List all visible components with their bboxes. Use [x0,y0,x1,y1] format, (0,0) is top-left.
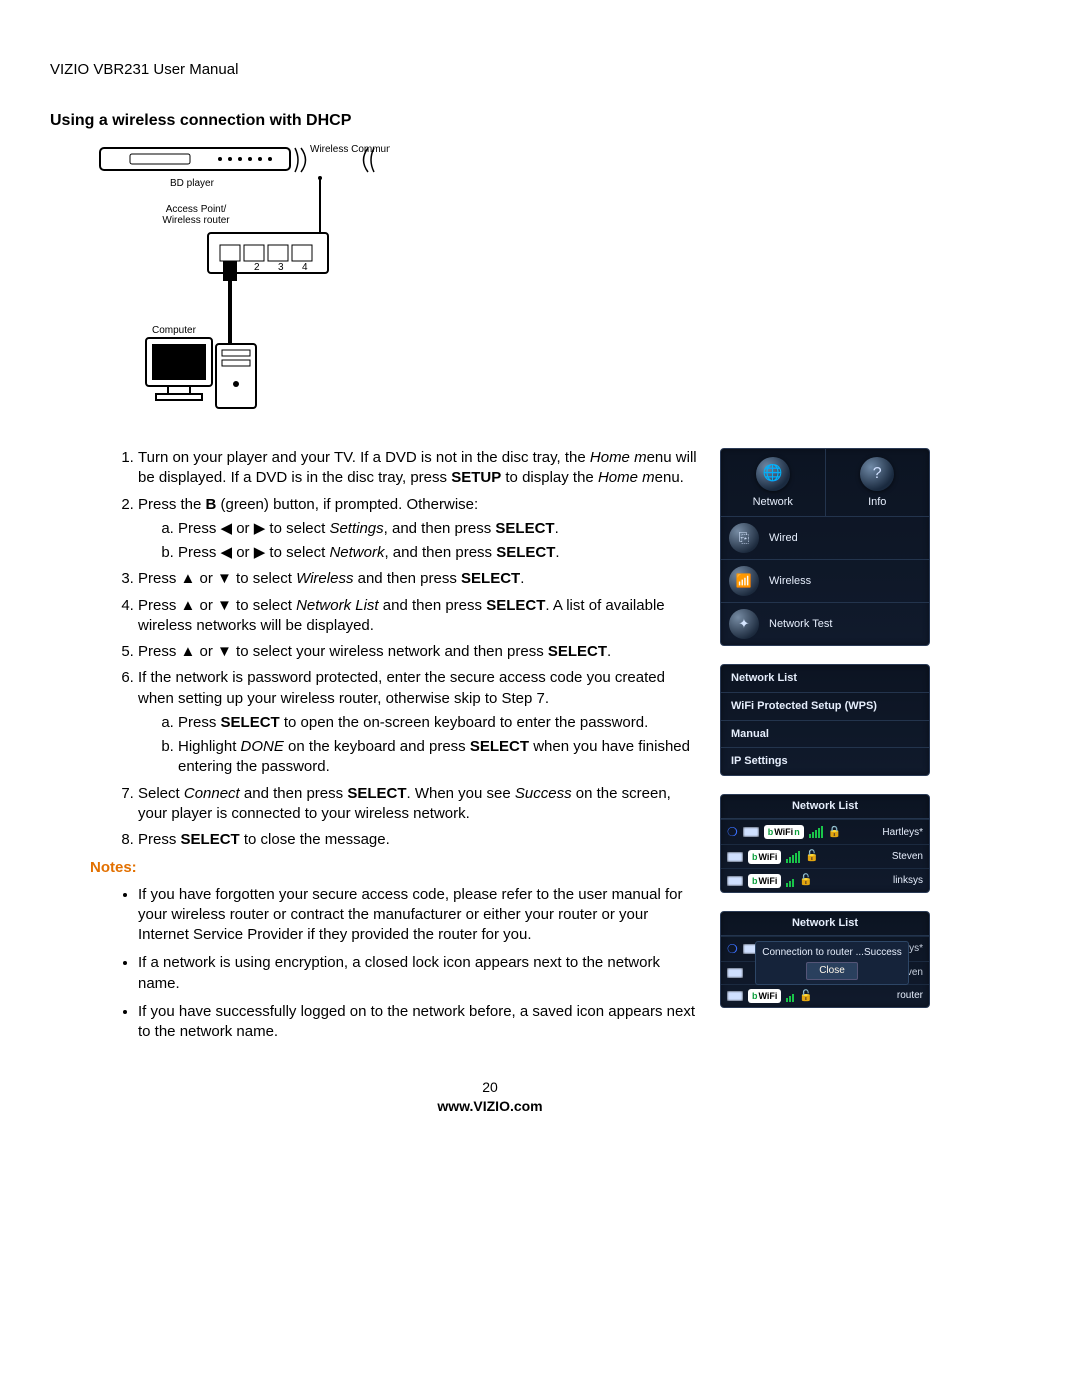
panel-network-menu: 🌐 Network ? Info ⎘ Wired 📶 Wireless ✦ Ne… [720,448,930,646]
instruction-steps: Turn on your player and your TV. If a DV… [50,448,702,850]
label-wireless-comm: Wireless Communication [310,144,390,155]
menu-wired-label: Wired [769,531,798,546]
note-2: If a network is using encryption, a clos… [138,953,702,994]
panel-connection-success: Network List ❍ Connection to router ...S… [720,911,930,1008]
notes-heading: Notes: [90,858,702,878]
disk-icon [727,991,743,1001]
footer-url: www.VIZIO.com [50,1097,930,1116]
disk-icon [727,968,743,978]
note-1: If you have forgotten your secure access… [138,885,702,946]
disk-icon [727,852,743,862]
network-name: Steven [892,850,923,864]
menu-wireless-label: Wireless [769,574,811,589]
menu-network-test[interactable]: ✦ Network Test [721,602,929,645]
submenu-network-list[interactable]: Network List [721,665,929,692]
step-2: Press the B (green) button, if prompted.… [138,495,702,564]
section-title: Using a wireless connection with DHCP [50,110,930,132]
help-icon: ? [860,457,894,491]
doc-header: VIZIO VBR231 User Manual [50,60,930,80]
svg-text:4: 4 [302,262,308,273]
page-footer: 20 www.VIZIO.com [50,1078,930,1116]
success-message: Connection to router ...Success [762,946,902,960]
wifi-badge: bWiFi [748,850,781,864]
step-6: If the network is password protected, en… [138,668,702,777]
step-5: Press ▲ or ▼ to select your wireless net… [138,642,702,662]
label-access-point: Access Point/Wireless router [162,204,230,226]
wired-icon: ⎘ [729,523,759,553]
signal-icon [786,875,794,887]
network-row[interactable]: bWiFi 🔓 router [721,984,929,1008]
wifi-badge: bWiFin [764,825,804,839]
lock-icon: 🔓 [799,873,813,888]
network-list-title: Network List [721,795,929,819]
submenu-manual[interactable]: Manual [721,720,929,748]
network-name: linksys [893,874,923,888]
notes-list: If you have forgotten your secure access… [50,885,702,1043]
page-number: 20 [50,1078,930,1097]
svg-text:2: 2 [254,262,260,273]
wireless-icon: 📶 [729,566,759,596]
svg-text:3: 3 [278,262,284,273]
label-bd-player: BD player [170,178,215,189]
disk-icon [727,876,743,886]
label-computer: Computer [152,325,197,336]
network-row-1[interactable]: bWiFi 🔓 Steven [721,844,929,868]
step-2a: Press ◀ or ▶ to select Settings, and the… [178,519,702,539]
step-8: Press SELECT to close the message. [138,830,702,850]
close-button[interactable]: Close [806,962,858,980]
signal-icon [786,851,800,863]
wifi-badge: bWiFi [748,874,781,888]
saved-icon: ❍ [727,824,738,840]
network-name: router [897,989,923,1003]
submenu-wps[interactable]: WiFi Protected Setup (WPS) [721,692,929,720]
tab-info[interactable]: ? Info [826,449,930,516]
network-test-icon: ✦ [729,609,759,639]
lock-icon: 🔒 [828,825,842,840]
network-row-0[interactable]: ❍ bWiFin 🔒 Hartleys* [721,819,929,844]
step-4: Press ▲ or ▼ to select Network List and … [138,596,702,637]
globe-icon: 🌐 [756,457,790,491]
signal-icon [809,826,823,838]
step-6b: Highlight DONE on the keyboard and press… [178,737,702,778]
signal-icon [786,990,794,1002]
tab-network[interactable]: 🌐 Network [721,449,826,516]
lock-icon: 🔓 [799,989,813,1004]
panel-wireless-submenu: Network List WiFi Protected Setup (WPS) … [720,664,930,776]
step-3: Press ▲ or ▼ to select Wireless and then… [138,569,702,589]
success-dialog: Connection to router ...Success Close [755,941,909,985]
tab-info-label: Info [826,495,930,510]
connection-diagram: BD player Wireless Communication Access … [70,138,930,434]
submenu-ip-settings[interactable]: IP Settings [721,747,929,775]
step-6a: Press SELECT to open the on-screen keybo… [178,713,702,733]
network-list-title: Network List [721,912,929,936]
step-2b: Press ◀ or ▶ to select Network, and then… [178,543,702,563]
saved-icon: ❍ [727,941,738,957]
panel-network-list: Network List ❍ bWiFin 🔒 Hartleys* bWiFi … [720,794,930,893]
disk-icon [743,827,759,837]
diagram-svg: BD player Wireless Communication Access … [70,138,390,428]
step-1: Turn on your player and your TV. If a DV… [138,448,702,489]
wifi-badge: bWiFi [748,989,781,1003]
lock-icon: 🔓 [805,849,819,864]
menu-network-test-label: Network Test [769,617,832,632]
menu-wireless[interactable]: 📶 Wireless [721,559,929,602]
tab-network-label: Network [721,495,825,510]
note-3: If you have successfully logged on to th… [138,1002,702,1043]
menu-wired[interactable]: ⎘ Wired [721,516,929,559]
step-7: Select Connect and then press SELECT. Wh… [138,784,702,825]
network-row: ❍ Connection to router ...Success Close … [721,936,929,961]
network-name: Hartleys* [882,826,923,840]
network-row-2[interactable]: bWiFi 🔓 linksys [721,868,929,892]
